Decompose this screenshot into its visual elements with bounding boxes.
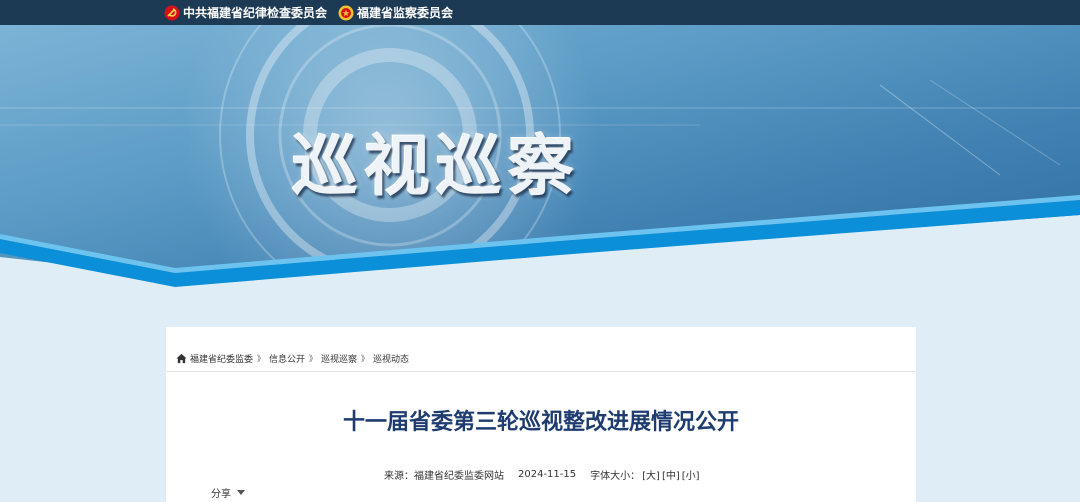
font-size-small-button[interactable]: [小] [682, 467, 700, 482]
breadcrumb-item-home[interactable]: 福建省纪委监委 [190, 352, 253, 365]
banner-title: 巡视巡察 [292, 127, 580, 205]
article-meta: 来源： 福建省纪委监委网站 2024-11-15 字体大小： [大] [中] [… [384, 467, 700, 482]
org-supervision-label: 福建省监察委员会 [357, 6, 454, 20]
source-label: 来源： [384, 471, 414, 482]
breadcrumb-item-info[interactable]: 信息公开 [269, 352, 305, 365]
chevron-down-icon [237, 489, 245, 495]
home-icon [176, 353, 187, 363]
share-button[interactable]: 分享 [211, 485, 245, 500]
article-title: 十一届省委第三轮巡视整改进展情况公开 [342, 410, 739, 435]
font-size-large-button[interactable]: [大] [642, 467, 660, 482]
content-card: 福建省纪委监委 》 信息公开 》 巡视巡察 》 巡视动态 十一届省委第三轮巡视整… [166, 327, 916, 502]
national-emblem-icon [338, 5, 354, 20]
party-emblem-icon [164, 5, 180, 20]
breadcrumb-separator: 》 [309, 353, 318, 363]
publish-date: 2024-11-15 [518, 469, 577, 480]
org-supervision-link[interactable]: 福建省监察委员会 [338, 0, 453, 25]
org-party-label: 中共福建省纪律检查委员会 [183, 6, 328, 20]
font-size-label: 字体大小： [590, 471, 641, 482]
share-label: 分享 [211, 489, 231, 500]
banner: 巡视巡察 [0, 25, 1080, 287]
breadcrumb-separator: 》 [257, 353, 266, 363]
breadcrumb-divider [166, 371, 916, 372]
org-party-link[interactable]: 中共福建省纪律检查委员会 [164, 0, 327, 25]
top-bar: 中共福建省纪律检查委员会 福建省监察委员会 [0, 0, 1080, 25]
breadcrumb-item-news[interactable]: 巡视动态 [373, 352, 409, 365]
source-value: 福建省纪委监委网站 [414, 471, 504, 482]
breadcrumb-item-inspection[interactable]: 巡视巡察 [321, 352, 357, 365]
font-size-medium-button[interactable]: [中] [662, 467, 680, 482]
breadcrumb: 福建省纪委监委 》 信息公开 》 巡视巡察 》 巡视动态 [176, 350, 409, 366]
breadcrumb-separator: 》 [361, 353, 370, 363]
